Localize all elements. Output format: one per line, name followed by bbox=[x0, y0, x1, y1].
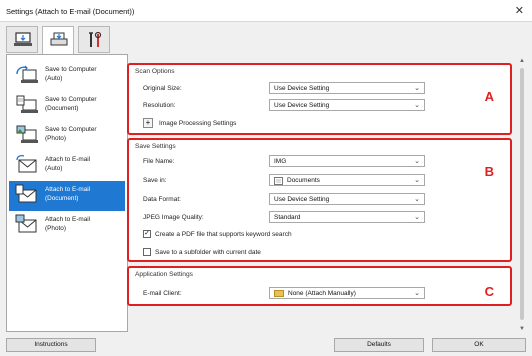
dropdown-value: Use Device Setting bbox=[274, 102, 330, 109]
save-in-label: Save in: bbox=[143, 177, 167, 184]
instructions-button[interactable]: Instructions bbox=[6, 338, 96, 352]
save-photo-icon bbox=[16, 125, 38, 143]
email-photo-icon bbox=[15, 214, 37, 233]
email-document-icon bbox=[15, 184, 37, 203]
tab-strip bbox=[6, 26, 126, 55]
subfolder-label: Save to a subfolder with current date bbox=[155, 249, 261, 256]
sidebar-item-label: Save to Computer (Photo) bbox=[45, 126, 97, 142]
ok-button[interactable]: OK bbox=[432, 338, 526, 352]
scan-type-list: Save to Computer (Auto) Save to Computer… bbox=[6, 54, 128, 332]
scanner-icon bbox=[50, 32, 68, 46]
pdf-keyword-checkbox[interactable]: ✓ bbox=[143, 230, 151, 238]
file-name-dropdown[interactable]: IMG ⌄ bbox=[269, 155, 425, 167]
chevron-down-icon: ⌄ bbox=[414, 196, 420, 203]
window-title: Settings (Attach to E-mail (Document)) bbox=[6, 7, 135, 16]
button-bar: Instructions Defaults OK bbox=[0, 334, 532, 356]
tab-scan-from-panel[interactable] bbox=[42, 26, 74, 55]
scrollbar-thumb[interactable] bbox=[520, 68, 524, 320]
chevron-down-icon: ⌄ bbox=[414, 177, 420, 184]
computer-scan-icon bbox=[14, 32, 32, 46]
subfolder-checkbox[interactable] bbox=[143, 248, 151, 256]
expand-image-processing-button[interactable]: + bbox=[143, 118, 153, 128]
dropdown-value: Standard bbox=[274, 214, 301, 221]
vertical-scrollbar[interactable]: ▲ ▼ bbox=[518, 58, 526, 332]
tools-icon bbox=[89, 31, 102, 47]
chevron-down-icon: ⌄ bbox=[414, 102, 420, 109]
sidebar-item-label: Save to Computer (Auto) bbox=[45, 66, 97, 82]
group-letter: B bbox=[484, 164, 494, 179]
application-settings-group: Application Settings C E-mail Client: No… bbox=[127, 266, 512, 306]
data-format-label: Data Format: bbox=[143, 196, 181, 203]
dropdown-value: None (Attach Manually) bbox=[288, 290, 356, 297]
resolution-dropdown[interactable]: Use Device Setting ⌄ bbox=[269, 99, 425, 111]
chevron-down-icon: ⌄ bbox=[414, 158, 420, 165]
group-letter: A bbox=[484, 89, 494, 104]
email-client-dropdown[interactable]: None (Attach Manually) ⌄ bbox=[269, 287, 425, 299]
original-size-label: Original Size: bbox=[143, 85, 182, 92]
chevron-down-icon: ⌄ bbox=[414, 85, 420, 92]
save-settings-group: Save Settings B File Name: IMG ⌄ Save in… bbox=[127, 138, 512, 262]
scan-options-group: Scan Options A Original Size: Use Device… bbox=[127, 63, 512, 135]
sidebar-item-email-document[interactable]: Attach to E-mail (Document) bbox=[9, 181, 125, 211]
chevron-down-icon: ⌄ bbox=[414, 214, 420, 221]
dropdown-value: IMG bbox=[274, 158, 287, 165]
jpeg-quality-dropdown[interactable]: Standard ⌄ bbox=[269, 211, 425, 223]
sidebar-item-email-photo[interactable]: Attach to E-mail (Photo) bbox=[9, 211, 125, 241]
tab-general-settings[interactable] bbox=[78, 26, 110, 53]
sidebar-item-label: Attach to E-mail (Auto) bbox=[45, 156, 91, 172]
sidebar-item-email-auto[interactable]: Attach to E-mail (Auto) bbox=[9, 151, 125, 181]
sidebar-item-label: Save to Computer (Document) bbox=[45, 96, 97, 112]
dropdown-value: Documents bbox=[287, 177, 320, 184]
dropdown-value: Use Device Setting bbox=[274, 196, 330, 203]
pdf-keyword-label: Create a PDF file that supports keyword … bbox=[155, 231, 292, 238]
jpeg-quality-label: JPEG Image Quality: bbox=[143, 214, 204, 221]
title-bar: Settings (Attach to E-mail (Document)) ✕ bbox=[0, 0, 532, 22]
group-title: Save Settings bbox=[135, 143, 176, 150]
group-title: Scan Options bbox=[135, 68, 175, 75]
save-in-dropdown[interactable]: Documents ⌄ bbox=[269, 174, 425, 186]
group-title: Application Settings bbox=[135, 271, 193, 278]
chevron-down-icon: ⌄ bbox=[414, 290, 420, 297]
defaults-button[interactable]: Defaults bbox=[334, 338, 424, 352]
save-auto-icon bbox=[16, 65, 38, 83]
dropdown-value: Use Device Setting bbox=[274, 85, 330, 92]
tab-scan-from-computer[interactable] bbox=[6, 26, 38, 53]
folder-icon bbox=[274, 290, 284, 297]
scroll-down-icon[interactable]: ▼ bbox=[519, 326, 525, 332]
resolution-label: Resolution: bbox=[143, 102, 176, 109]
image-processing-label[interactable]: Image Processing Settings bbox=[159, 120, 236, 127]
documents-folder-icon bbox=[274, 177, 283, 185]
email-auto-icon bbox=[16, 154, 37, 173]
sidebar-item-save-auto[interactable]: Save to Computer (Auto) bbox=[9, 61, 125, 91]
sidebar-item-save-photo[interactable]: Save to Computer (Photo) bbox=[9, 121, 125, 151]
close-icon[interactable]: ✕ bbox=[515, 4, 524, 17]
sidebar-item-label: Attach to E-mail (Photo) bbox=[45, 216, 91, 232]
save-document-icon bbox=[16, 95, 38, 113]
scroll-up-icon[interactable]: ▲ bbox=[519, 58, 525, 64]
email-client-label: E-mail Client: bbox=[143, 290, 182, 297]
original-size-dropdown[interactable]: Use Device Setting ⌄ bbox=[269, 82, 425, 94]
data-format-dropdown[interactable]: Use Device Setting ⌄ bbox=[269, 193, 425, 205]
file-name-label: File Name: bbox=[143, 158, 175, 165]
group-letter: C bbox=[484, 284, 494, 299]
sidebar-item-save-document[interactable]: Save to Computer (Document) bbox=[9, 91, 125, 121]
sidebar-item-label: Attach to E-mail (Document) bbox=[45, 186, 91, 202]
